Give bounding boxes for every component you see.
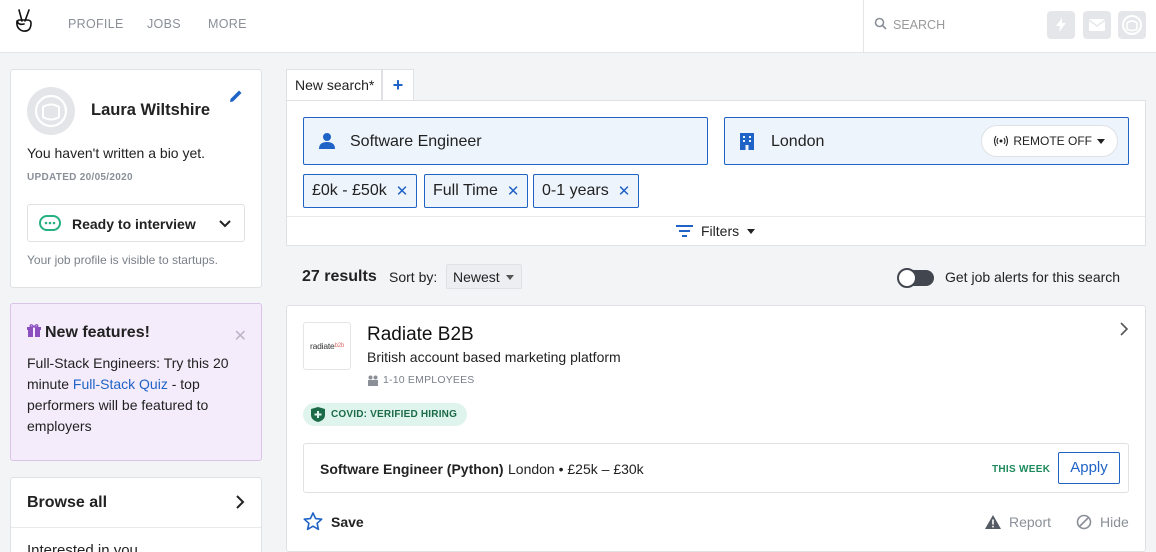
company-logo[interactable]: radiate b2b: [303, 322, 351, 370]
search-input[interactable]: SEARCH: [893, 18, 945, 32]
salary-chip[interactable]: £0k - £50k ✕: [303, 174, 418, 208]
features-title: New features!: [45, 324, 150, 341]
company-size-label: 1-10 EMPLOYEES: [383, 374, 475, 386]
report-button[interactable]: Report: [985, 514, 1051, 530]
sort-value: Newest: [453, 269, 500, 285]
company-result-card: radiate b2b Radiate B2B British account b…: [286, 305, 1146, 552]
hide-label: Hide: [1100, 514, 1129, 530]
profile-bio: You haven't written a bio yet.: [27, 145, 206, 161]
job-alerts-label: Get job alerts for this search: [945, 269, 1121, 285]
chevron-down-icon: [219, 220, 231, 228]
close-icon[interactable]: ✕: [234, 326, 247, 346]
search-panel: Software Engineer London REMOTE OFF £0k …: [286, 100, 1146, 246]
people-icon: [368, 375, 378, 386]
global-search[interactable]: SEARCH: [863, 0, 1156, 53]
job-posted-badge: THIS WEEK: [992, 464, 1051, 475]
chevron-right-icon[interactable]: [1120, 322, 1129, 336]
mail-icon: [1089, 19, 1105, 31]
chip-label: £0k - £50k: [312, 182, 387, 199]
filters-bar: Filters: [287, 216, 1145, 246]
job-title[interactable]: Software Engineer (Python): [320, 461, 504, 477]
job-listing-row[interactable]: Software Engineer (Python) London • £25k…: [303, 443, 1129, 493]
building-icon: [740, 133, 754, 150]
avatar-icon: [1122, 15, 1142, 35]
warning-icon: [985, 515, 1001, 529]
person-icon: [319, 133, 335, 149]
filters-button[interactable]: Filters: [676, 223, 756, 239]
logo-text: radiate: [309, 341, 335, 351]
save-button[interactable]: Save: [303, 512, 364, 531]
avatar-placeholder-icon: [34, 94, 68, 128]
edit-pencil-icon[interactable]: [229, 89, 243, 103]
avatar[interactable]: [27, 87, 75, 135]
messages-button[interactable]: [1083, 11, 1111, 39]
browse-all-label: Browse all: [27, 494, 108, 511]
nav-more[interactable]: MORE: [208, 17, 247, 31]
nav-profile[interactable]: PROFILE: [68, 17, 124, 31]
sort-select[interactable]: Newest: [446, 264, 522, 289]
add-search-tab-button[interactable]: +: [382, 69, 414, 101]
tab-new-search[interactable]: New search*: [286, 69, 382, 101]
gift-icon: [27, 324, 41, 337]
remove-chip-icon[interactable]: ✕: [396, 182, 409, 200]
location-input[interactable]: London: [771, 133, 824, 151]
filters-label: Filters: [701, 223, 740, 239]
caret-down-icon: [506, 275, 514, 280]
filter-lines-icon: [676, 225, 693, 237]
quiz-link[interactable]: Full-Stack Quiz: [73, 376, 168, 392]
report-label: Report: [1009, 514, 1052, 530]
account-menu-button[interactable]: [1118, 11, 1146, 39]
chip-label: Full Time: [433, 182, 498, 199]
angellist-logo-icon[interactable]: [12, 7, 36, 35]
covid-badge: COVID: VERIFIED HIRING: [303, 403, 468, 426]
remove-chip-icon[interactable]: ✕: [618, 182, 631, 200]
company-description: British account based marketing platform: [367, 349, 621, 365]
remote-label: REMOTE OFF: [1013, 134, 1092, 148]
profile-card: Laura Wiltshire You haven't written a bi…: [10, 69, 262, 288]
status-dropdown[interactable]: Ready to interview: [27, 204, 245, 242]
top-nav: PROFILE JOBS MORE SEARCH: [0, 0, 1156, 53]
company-name[interactable]: Radiate B2B: [367, 324, 474, 346]
profile-updated-date: UPDATED 20/05/2020: [27, 172, 133, 183]
company-size: 1-10 EMPLOYEES: [367, 374, 475, 386]
apply-button[interactable]: Apply: [1058, 452, 1120, 484]
visibility-note: Your job profile is visible to startups.: [27, 253, 218, 267]
hide-circle-slash-icon: [1076, 514, 1092, 530]
job-alerts-toggle[interactable]: [897, 268, 934, 288]
features-body: Full-Stack Engineers: Try this 20 minute…: [27, 353, 249, 437]
role-input[interactable]: Software Engineer: [350, 133, 482, 151]
browse-all-link[interactable]: Browse all: [11, 478, 261, 528]
profile-name: Laura Wiltshire: [91, 101, 211, 119]
caret-down-icon: [1097, 138, 1105, 144]
chevron-right-icon: [236, 495, 245, 509]
search-icon: [874, 17, 887, 30]
toggle-knob: [897, 268, 917, 288]
new-features-card: New features! ✕ Full-Stack Engineers: Tr…: [10, 303, 262, 461]
experience-chip[interactable]: 0-1 years ✕: [533, 174, 640, 208]
logo-suffix: b2b: [334, 343, 345, 349]
location-field[interactable]: London REMOTE OFF: [724, 117, 1129, 165]
results-count: 27 results: [302, 268, 377, 285]
lightning-icon: [1056, 18, 1066, 32]
caret-down-icon: [747, 228, 756, 234]
remove-chip-icon[interactable]: ✕: [507, 182, 520, 200]
role-field[interactable]: Software Engineer: [303, 117, 708, 165]
chat-bubble-icon: [39, 215, 61, 231]
remote-toggle-button[interactable]: REMOTE OFF: [981, 125, 1118, 157]
job-meta: London • £25k – £30k: [508, 461, 644, 477]
hide-button[interactable]: Hide: [1076, 514, 1129, 530]
star-outline-icon: [303, 512, 323, 531]
job-type-chip[interactable]: Full Time ✕: [424, 174, 529, 208]
covid-badge-label: COVID: VERIFIED HIRING: [331, 409, 458, 420]
sort-label: Sort by:: [389, 269, 438, 285]
status-label: Ready to interview: [72, 216, 196, 232]
save-label: Save: [331, 513, 364, 530]
activity-button[interactable]: [1047, 11, 1075, 39]
broadcast-icon: [994, 135, 1009, 147]
shield-plus-icon: [311, 407, 325, 422]
chip-label: 0-1 years: [542, 182, 609, 199]
interested-in-you-link[interactable]: Interested in you: [27, 542, 138, 552]
nav-jobs[interactable]: JOBS: [147, 17, 181, 31]
browse-card: Browse all Interested in you: [10, 477, 262, 552]
